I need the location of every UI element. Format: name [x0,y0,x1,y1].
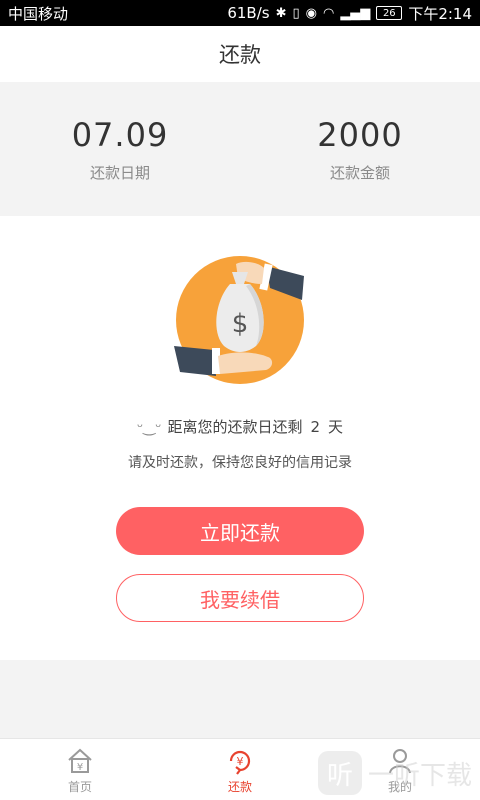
watermark-logo: 听 [318,751,362,795]
nav-label-repay: 还款 [227,779,252,794]
carrier-name: 中国移动 [8,4,69,23]
repay-yen-icon: ¥ [229,750,251,775]
watermark-text: 一听下载 [368,760,473,791]
svg-text:¥: ¥ [237,755,244,768]
days-remaining-text: ᵕ‿ᵕ 距离您的还款日还剩 2 天 [0,416,480,437]
repayment-summary: 07.09 还款日期 2000 还款金额 [0,82,480,216]
remind-prefix: 距离您的还款日还剩 [167,418,303,436]
status-icons: 61B/s ✱ ▯ ◉ ◠ ▂▄▆ 26 下午2:14 [227,3,472,24]
network-speed: 61B/s [227,4,270,22]
page-title: 还款 [219,43,261,67]
due-date-label: 还款日期 [89,163,150,182]
remind-days: 2 [310,418,320,436]
amount-block: 2000 还款金额 [240,82,480,216]
status-bar: 中国移动 61B/s ✱ ▯ ◉ ◠ ▂▄▆ 26 下午2:14 [0,0,480,26]
due-date-value: 07.09 [71,115,169,154]
svg-text:¥: ¥ [77,762,83,773]
amount-label: 还款金额 [329,163,390,182]
repayment-card: $ ᵕ‿ᵕ 距离您的还款日还剩 2 天 请及时还款，保持您良好的信用记录 立即还款 我… [0,216,480,660]
nav-label-home: 首页 [67,779,92,794]
renew-loan-button[interactable]: 我要续借 [116,574,364,622]
repay-now-button[interactable]: 立即还款 [116,507,364,555]
home-yen-icon: ¥ [68,748,92,773]
clock: 下午2:14 [408,4,472,23]
credit-hint-text: 请及时还款，保持您良好的信用记录 [128,455,352,471]
money-bag-handover-illustration: $ [174,256,304,384]
amount-value: 2000 [317,115,403,154]
wifi-icon: ◠ [322,5,335,21]
vibrate-icon: ▯ [292,5,300,21]
battery-icon: 26 [376,6,403,20]
header-bar: 还款 [0,26,480,82]
remind-suffix: 天 [328,418,344,436]
nav-item-home[interactable]: ¥ 首页 [0,739,160,800]
battery-level: 26 [382,7,396,19]
bluetooth-icon: ✱ [275,5,287,21]
due-date-block: 07.09 还款日期 [0,82,240,216]
svg-text:$: $ [232,309,249,339]
nav-item-repay[interactable]: ¥ 还款 [160,739,320,800]
download-site-watermark: 听 一听下载 [318,746,480,800]
signal-icon: ▂▄▆ [340,5,371,21]
smile-icon: ᵕ‿ᵕ [136,418,162,436]
eye-icon: ◉ [305,5,317,21]
